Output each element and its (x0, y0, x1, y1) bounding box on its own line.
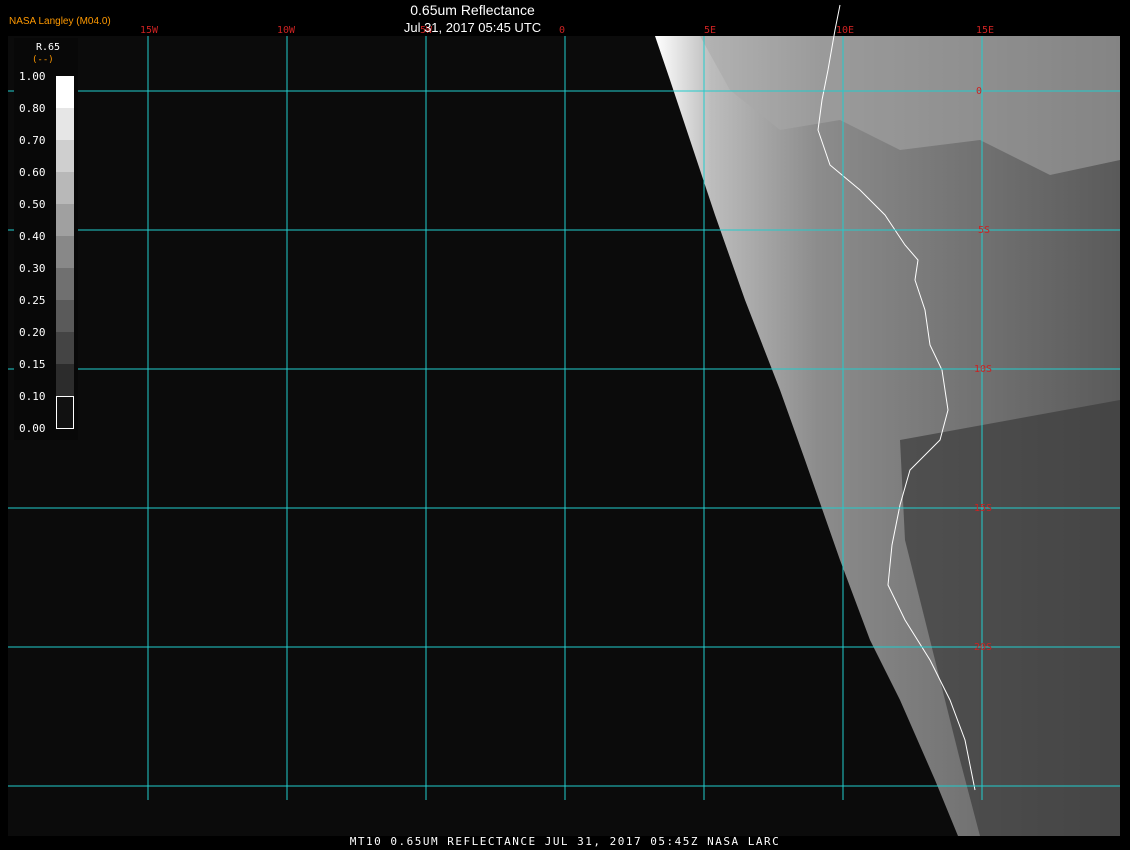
legend-tick: 0.25 (19, 294, 46, 307)
legend-tick: 0.70 (19, 134, 46, 147)
legend-unit: (--) (32, 55, 54, 65)
legend-tick: 1.00 (19, 70, 46, 83)
legend-swatch (56, 396, 74, 429)
lat-label: 10S (974, 364, 992, 375)
legend-title: R.65 (36, 42, 61, 53)
legend-swatch (56, 268, 74, 300)
footer-caption: MT10 0.65UM REFLECTANCE JUL 31, 2017 05:… (349, 835, 781, 848)
legend-swatch (56, 364, 74, 396)
lon-label: 15E (976, 25, 994, 36)
legend-tick: 0.20 (19, 326, 46, 339)
legend-tick: 0.60 (19, 166, 46, 179)
legend-tick: 0.50 (19, 198, 46, 211)
legend-tick: 0.30 (19, 262, 46, 275)
lat-label: 5S (978, 225, 990, 236)
lat-label: 0 (976, 86, 982, 97)
legend-swatch (56, 236, 74, 268)
legend-tick: 0.00 (19, 422, 46, 435)
map-title: 0.65um Reflectance (410, 2, 535, 18)
lat-label: 20S (974, 642, 992, 653)
legend-swatch (56, 76, 74, 108)
legend-tick: 0.10 (19, 390, 46, 403)
legend-tick: 0.80 (19, 102, 46, 115)
legend-swatch (56, 172, 74, 204)
legend-swatch (56, 108, 74, 140)
lat-label: 15S (974, 503, 992, 514)
legend-swatch (56, 300, 74, 332)
satellite-map: 15W 10W 5W 0 5E 10E 15E 0 5S 10S 15S 20S (8, 4, 1120, 836)
legend-tick: 0.15 (19, 358, 46, 371)
map-subtitle: Jul 31, 2017 05:45 UTC (403, 20, 542, 35)
legend-swatch (56, 140, 74, 172)
legend-swatch (56, 204, 74, 236)
legend-swatch (56, 332, 74, 364)
legend-tick: 0.40 (19, 230, 46, 243)
color-legend: R.65 (--) 1.00 0.80 0.70 0.60 0.50 0.40 … (14, 38, 78, 440)
